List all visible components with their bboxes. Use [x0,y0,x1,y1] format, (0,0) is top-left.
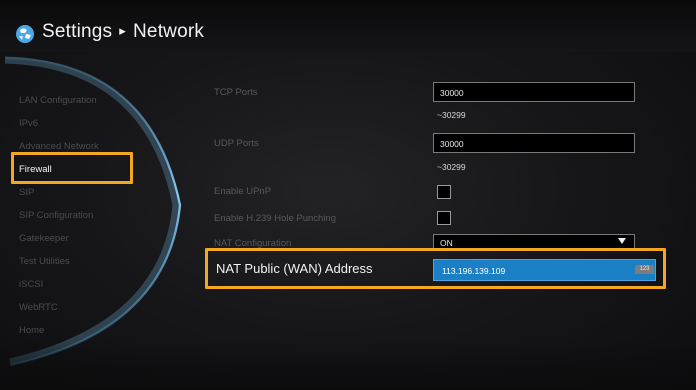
nat-configuration-select[interactable]: ON [433,234,635,249]
sidebar-item-gatekeeper[interactable]: Gatekeeper [19,233,69,245]
globe-icon [16,25,34,43]
enable-h239-checkbox[interactable] [437,211,451,225]
screen-background [0,0,696,390]
enable-upnp-checkbox[interactable] [437,185,451,199]
sidebar-item-sip-configuration[interactable]: SIP Configuration [19,210,93,222]
tcp-ports-range: ~30299 [437,110,466,120]
tcp-ports-label: TCP Ports [214,87,258,98]
breadcrumb-separator-icon: ▸ [119,23,126,38]
sidebar-item-home[interactable]: Home [19,325,44,337]
bottom-fade [0,340,696,390]
title-settings[interactable]: Settings [42,21,112,42]
header-bar: Settings ▸ Network [0,0,696,52]
nat-configuration-value: ON [440,238,453,248]
sidebar-item-sip[interactable]: SIP [19,187,34,199]
sidebar-item-iscsi[interactable]: iSCSI [19,279,43,291]
sidebar-item-test-utilities[interactable]: Test Utilities [19,256,70,268]
sidebar-item-ipv6[interactable]: IPv6 [19,118,38,130]
enable-upnp-label: Enable UPnP [214,186,272,197]
sidebar-item-webrtc[interactable]: WebRTC [19,302,58,314]
udp-ports-range: ~30299 [437,162,466,172]
page-title: Settings ▸ Network [42,21,204,43]
title-network: Network [133,21,205,42]
chevron-down-icon [618,238,626,244]
udp-ports-input[interactable]: 30000 [433,133,635,153]
tcp-ports-input[interactable]: 30000 [433,82,635,102]
udp-ports-label: UDP Ports [214,138,259,149]
wan-address-highlight-box [205,248,666,289]
sidebar-item-lan-configuration[interactable]: LAN Configuration [19,95,97,107]
enable-h239-label: Enable H.239 Hole Punching [214,213,337,224]
firewall-highlight-box [11,152,133,184]
